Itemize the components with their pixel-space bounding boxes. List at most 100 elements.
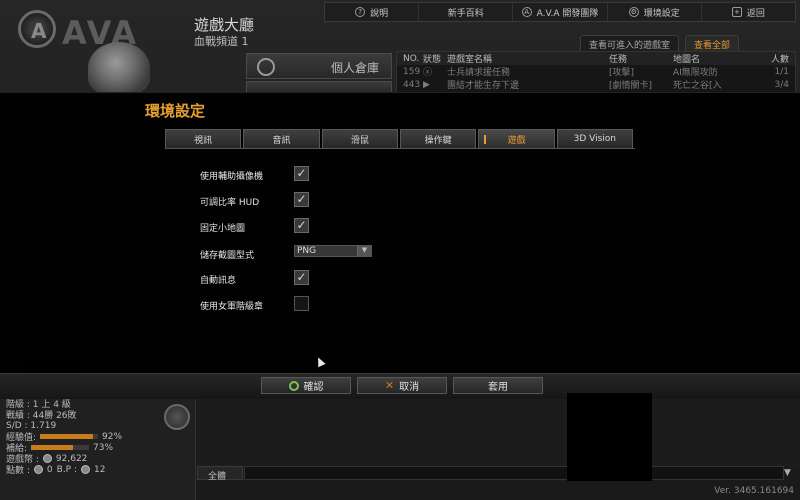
personal-storage-label: 個人倉庫 — [330, 61, 379, 75]
beginner-guide-label: 新手百科 — [447, 8, 484, 19]
room-no: 443 — [403, 79, 421, 90]
top-menu-bar: ? 說明 新手百科 A A.V.A 開發團隊 ⚙ 環境設定 + 返回 — [324, 2, 796, 22]
room-players: 1/1 — [774, 66, 789, 77]
chevron-down-icon: ▼ — [357, 245, 371, 257]
chat-tab-all[interactable]: 全體 — [197, 466, 243, 482]
team-icon: A — [521, 7, 532, 17]
settings-tabs: 視訊 音訊 滑鼠 操作鍵 遊戲 3D Vision — [165, 129, 635, 149]
record-text: 戰績 : 44勝 26敗 — [6, 411, 77, 421]
points-label: 點數 : — [6, 466, 30, 476]
bp-label: B.P : — [56, 464, 77, 475]
help-icon: ? — [355, 7, 366, 17]
apply-label: 套用 — [488, 382, 508, 393]
chevron-down-icon[interactable]: ▼ — [784, 468, 791, 478]
player-stats: 階級 : 1 上 4 級 戰績 : 44勝 26敗 S/D : 1.719 經驗… — [0, 398, 196, 500]
room-task: [劇情關卡] — [609, 81, 653, 91]
room-status-icon: ⓧ — [423, 68, 433, 78]
rank-emblem-icon — [164, 404, 190, 430]
redacted-area — [567, 393, 652, 481]
supply-value: 73% — [93, 442, 114, 453]
storage-icon — [257, 58, 275, 76]
confirm-label: 確認 — [303, 382, 324, 393]
table-row[interactable]: 443 ▶ 團結才能生存下邊 [劇情關卡] 死亡之谷[入 3/4 — [397, 78, 795, 92]
exp-bar — [40, 434, 99, 439]
room-no: 159 — [403, 66, 421, 77]
soldier-avatar — [88, 42, 150, 94]
settings-button[interactable]: ⚙ 環境設定 — [608, 3, 702, 21]
confirm-button[interactable]: 確認 — [261, 377, 351, 394]
dev-team-button[interactable]: A A.V.A 開發團隊 — [513, 3, 608, 21]
checkbox-scalable-hud[interactable]: ✓ — [294, 192, 309, 207]
euro-line: 遊戲幣 : 92,622 — [6, 453, 189, 466]
lobby-bottom-panel: 階級 : 1 上 4 級 戰績 : 44勝 26敗 S/D : 1.719 經驗… — [0, 398, 800, 500]
dialog-button-bar: 確認 ✕ 取消 套用 — [0, 373, 800, 399]
logo-emblem-icon: A — [18, 10, 56, 48]
help-button[interactable]: ? 說明 — [325, 3, 420, 21]
table-row[interactable]: 159 ⓧ 士兵請求援任務 [攻擊] AI無限攻防 1/1 — [397, 65, 795, 79]
col-status[interactable]: 狀態 — [423, 52, 447, 65]
tab-3d-vision[interactable]: 3D Vision — [556, 129, 633, 148]
tab-mouse[interactable]: 滑鼠 — [321, 129, 398, 148]
return-label: 返回 — [746, 8, 765, 19]
cancel-button[interactable]: ✕ 取消 — [357, 377, 447, 394]
logo-mark: A — [31, 19, 47, 43]
point-icon — [33, 465, 43, 474]
exp-line: 經驗值: 92% — [6, 431, 189, 444]
option-label-auto-message: 自動訊息 — [200, 276, 237, 286]
record-line: 戰績 : 44勝 26敗 — [6, 409, 189, 421]
tab-video[interactable]: 視訊 — [165, 129, 242, 148]
settings-label: 環境設定 — [643, 8, 680, 19]
supply-bar-fill — [31, 445, 74, 450]
room-list: NO. 狀態 遊戲室名稱 任務 地圖名 人數 159 ⓧ 士兵請求援任務 [攻擊… — [396, 51, 796, 93]
room-map: AI無限攻防 — [673, 68, 718, 78]
gear-icon: ⚙ — [628, 7, 639, 17]
screenshot-format-select[interactable]: PNG ▼ — [294, 245, 372, 257]
chat-input[interactable] — [244, 466, 784, 480]
checkbox-auto-message[interactable]: ✓ — [294, 270, 309, 285]
room-players: 3/4 — [774, 79, 789, 90]
col-task[interactable]: 任務 — [609, 52, 673, 65]
return-button[interactable]: + 返回 — [702, 3, 795, 21]
points-line: 點數 : 0 B.P : 12 — [6, 464, 189, 477]
personal-storage-button[interactable]: 個人倉庫 — [246, 53, 392, 79]
cancel-label: 取消 — [399, 382, 420, 393]
room-task: [攻擊] — [609, 68, 635, 78]
exit-icon: + — [731, 7, 742, 17]
points-value: 0 — [46, 464, 53, 475]
col-name[interactable]: 遊戲室名稱 — [447, 52, 609, 65]
checkbox-assist-camera[interactable]: ✓ — [294, 166, 309, 181]
tab-game[interactable]: 遊戲 — [478, 129, 555, 148]
settings-dialog: 環境設定 視訊 音訊 滑鼠 操作鍵 遊戲 3D Vision 使用輔助攝像機 ✓… — [0, 92, 800, 399]
dialog-title: 環境設定 — [145, 102, 206, 120]
exp-bar-fill — [40, 434, 94, 439]
option-label-screenshot-format: 儲存截圖型式 — [200, 251, 255, 261]
tab-controls[interactable]: 操作鍵 — [399, 129, 477, 148]
beginner-guide-button[interactable]: 新手百科 — [419, 3, 514, 21]
room-name: 士兵請求援任務 — [447, 68, 511, 78]
screenshot-format-value: PNG — [297, 246, 317, 256]
coin-icon — [42, 454, 52, 463]
room-list-header: NO. 狀態 遊戲室名稱 任務 地圖名 人數 — [397, 52, 795, 65]
option-label-scalable-hud: 可調比率 HUD — [200, 198, 260, 208]
exp-value: 92% — [102, 431, 123, 442]
supply-bar — [31, 445, 90, 450]
confirm-circle-icon — [288, 380, 299, 391]
room-map: 死亡之谷[入 — [673, 81, 722, 91]
checkbox-female-rank-badge[interactable] — [294, 296, 309, 311]
option-label-fixed-minimap: 固定小地圖 — [200, 224, 246, 234]
checkbox-fixed-minimap[interactable]: ✓ — [294, 218, 309, 233]
euro-value: 92,622 — [55, 453, 88, 464]
sd-text: S/D : 1.719 — [6, 420, 57, 431]
col-no[interactable]: NO. — [397, 54, 423, 64]
help-label: 說明 — [370, 8, 389, 19]
tab-audio[interactable]: 音訊 — [243, 129, 320, 148]
chat-log — [197, 398, 800, 466]
col-players[interactable]: 人數 — [759, 52, 795, 65]
apply-button[interactable]: 套用 — [453, 377, 543, 394]
bp-value: 12 — [94, 464, 106, 475]
dev-team-label: A.V.A 開發團隊 — [536, 8, 599, 19]
lobby-title: 遊戲大廳 — [194, 16, 255, 34]
col-map[interactable]: 地圖名 — [673, 52, 759, 65]
bp-icon — [81, 465, 90, 474]
room-name: 團結才能生存下邊 — [447, 81, 520, 91]
